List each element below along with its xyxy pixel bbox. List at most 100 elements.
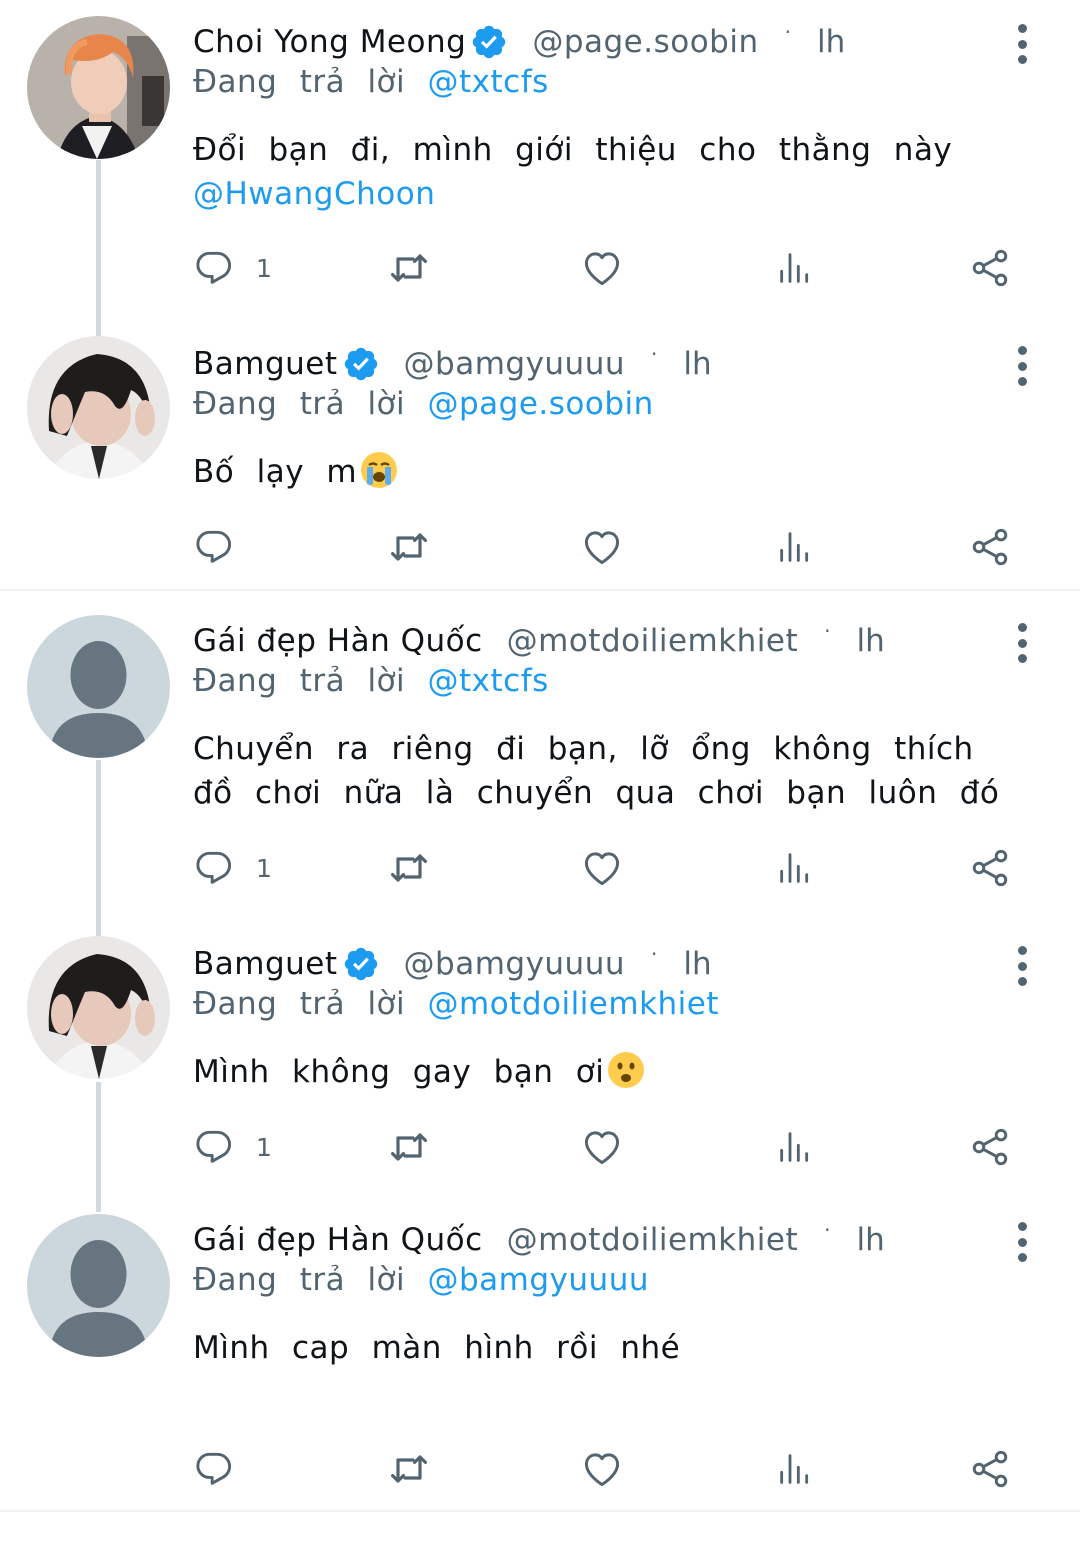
avatar-photo bbox=[27, 16, 170, 159]
share-button[interactable] bbox=[968, 1122, 1012, 1172]
display-name[interactable]: Bamguet bbox=[193, 346, 338, 382]
views-icon bbox=[775, 1127, 815, 1167]
share-icon bbox=[968, 525, 1012, 569]
share-icon bbox=[968, 1447, 1012, 1491]
reply-button[interactable] bbox=[192, 1444, 256, 1494]
reply-mention-link[interactable]: @txtcfs bbox=[428, 64, 549, 100]
views-button[interactable] bbox=[775, 843, 815, 893]
reply-mention-link[interactable]: @page.soobin bbox=[428, 386, 654, 422]
handle[interactable]: @bamgyuuuu bbox=[404, 346, 626, 382]
display-name[interactable]: Bamguet bbox=[193, 946, 338, 982]
handle[interactable]: @bamgyuuuu bbox=[404, 946, 626, 982]
reply-mention-link[interactable]: @motdoiliemkhiet bbox=[428, 986, 720, 1022]
display-name[interactable]: Choi Yong Meong bbox=[193, 24, 466, 60]
like-button[interactable] bbox=[580, 522, 624, 572]
reply-count: 1 bbox=[256, 1132, 272, 1162]
tweet-text: Chuyển ra riêng đi bạn, lỡ ổng không thí… bbox=[193, 727, 1023, 815]
avatar-photo bbox=[27, 336, 170, 479]
retweet-icon bbox=[385, 244, 433, 292]
tweet-text: Mình không gay bạn ơi bbox=[193, 1050, 1023, 1094]
more-options-icon[interactable] bbox=[1006, 24, 1038, 64]
display-name[interactable]: Gái đẹp Hàn Quốc bbox=[193, 623, 483, 659]
handle[interactable]: @motdoiliemkhiet bbox=[507, 1222, 799, 1258]
views-button[interactable] bbox=[775, 1122, 815, 1172]
views-button[interactable] bbox=[775, 522, 815, 572]
verified-badge-icon bbox=[470, 23, 508, 61]
reply-icon bbox=[192, 1447, 236, 1491]
views-icon bbox=[775, 848, 815, 888]
frowning-face-icon bbox=[606, 1050, 646, 1090]
views-button[interactable] bbox=[775, 1444, 815, 1494]
like-button[interactable] bbox=[580, 1444, 624, 1494]
retweet-button[interactable] bbox=[385, 1444, 433, 1494]
retweet-icon bbox=[385, 1123, 433, 1171]
tweet-text-body: Bố lạy m bbox=[193, 454, 358, 490]
default-avatar-icon bbox=[27, 1214, 170, 1357]
like-icon bbox=[580, 1125, 624, 1169]
avatar[interactable] bbox=[27, 336, 170, 479]
separator-dot: · bbox=[651, 342, 658, 366]
reply-context: Đang trả lời @txtcfs bbox=[193, 64, 549, 100]
handle[interactable]: @motdoiliemkhiet bbox=[507, 623, 799, 659]
reply-prefix: Đang trả lời bbox=[193, 64, 406, 100]
reply-button[interactable]: 1 bbox=[192, 1122, 272, 1172]
reply-button[interactable]: 1 bbox=[192, 243, 272, 293]
avatar[interactable] bbox=[27, 16, 170, 159]
text-mention-link[interactable]: @HwangChoon bbox=[193, 176, 435, 212]
share-button[interactable] bbox=[968, 843, 1012, 893]
retweet-icon bbox=[385, 523, 433, 571]
retweet-button[interactable] bbox=[385, 843, 433, 893]
tweet-text-body: Mình không gay bạn ơi bbox=[193, 1054, 605, 1090]
separator-dot: · bbox=[824, 1218, 831, 1242]
timestamp[interactable]: lh bbox=[857, 1222, 885, 1258]
tweet-header: Choi Yong Meong @page.soobin · lh bbox=[193, 18, 845, 66]
thread-divider bbox=[0, 589, 1080, 591]
tweet-text: Bố lạy m bbox=[193, 450, 1023, 494]
like-icon bbox=[580, 1447, 624, 1491]
more-options-icon[interactable] bbox=[1006, 623, 1038, 663]
views-button[interactable] bbox=[775, 243, 815, 293]
retweet-icon bbox=[385, 844, 433, 892]
share-button[interactable] bbox=[968, 522, 1012, 572]
retweet-button[interactable] bbox=[385, 522, 433, 572]
timestamp[interactable]: lh bbox=[683, 346, 711, 382]
retweet-icon bbox=[385, 1445, 433, 1493]
timestamp[interactable]: lh bbox=[817, 24, 845, 60]
more-options-icon[interactable] bbox=[1006, 346, 1038, 386]
tweet-header: Bamguet @bamgyuuuu · lh bbox=[193, 940, 712, 988]
reply-mention-link[interactable]: @bamgyuuuu bbox=[428, 1262, 650, 1298]
reply-button[interactable]: 1 bbox=[192, 843, 272, 893]
share-button[interactable] bbox=[968, 1444, 1012, 1494]
timestamp[interactable]: lh bbox=[857, 623, 885, 659]
more-options-icon[interactable] bbox=[1006, 1222, 1038, 1262]
tweet-text: Đổi bạn đi, mình giới thiệu cho thằng nà… bbox=[193, 128, 1023, 216]
avatar[interactable] bbox=[27, 1214, 170, 1357]
reply-button[interactable] bbox=[192, 522, 256, 572]
share-icon bbox=[968, 846, 1012, 890]
tweet-actions bbox=[0, 1444, 1080, 1494]
tweet-header: Gái đẹp Hàn Quốc @motdoiliemkhiet · lh bbox=[193, 1216, 885, 1264]
reply-context: Đang trả lời @txtcfs bbox=[193, 663, 549, 699]
share-button[interactable] bbox=[968, 243, 1012, 293]
reply-mention-link[interactable]: @txtcfs bbox=[428, 663, 549, 699]
retweet-button[interactable] bbox=[385, 243, 433, 293]
like-button[interactable] bbox=[580, 1122, 624, 1172]
verified-badge-icon bbox=[342, 945, 380, 983]
separator-dot: · bbox=[651, 942, 658, 966]
reply-icon bbox=[192, 525, 236, 569]
reply-icon bbox=[192, 1125, 236, 1169]
display-name[interactable]: Gái đẹp Hàn Quốc bbox=[193, 1222, 483, 1258]
reply-icon bbox=[192, 246, 236, 290]
more-options-icon[interactable] bbox=[1006, 946, 1038, 986]
tweet-text-body: Đổi bạn đi, mình giới thiệu cho thằng nà… bbox=[193, 132, 953, 168]
default-avatar-icon bbox=[27, 615, 170, 758]
like-button[interactable] bbox=[580, 243, 624, 293]
avatar[interactable] bbox=[27, 936, 170, 1079]
reply-count: 1 bbox=[256, 253, 272, 283]
handle[interactable]: @page.soobin bbox=[532, 24, 758, 60]
like-button[interactable] bbox=[580, 843, 624, 893]
timestamp[interactable]: lh bbox=[683, 946, 711, 982]
avatar[interactable] bbox=[27, 615, 170, 758]
retweet-button[interactable] bbox=[385, 1122, 433, 1172]
tweet-text: Mình cap màn hình rồi nhé bbox=[193, 1326, 1023, 1370]
